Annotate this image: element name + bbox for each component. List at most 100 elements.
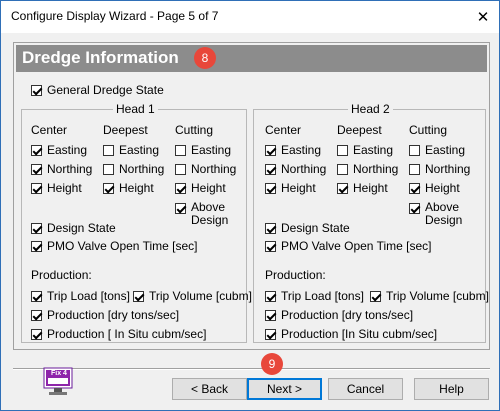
checkbox-box[interactable] bbox=[175, 203, 186, 214]
head-2-trip-load[interactable]: Trip Load [tons] bbox=[265, 289, 364, 303]
checkbox-box[interactable] bbox=[370, 290, 381, 302]
head-2-cutting-above-design[interactable]: Above Design bbox=[409, 201, 475, 227]
section-banner: Dredge Information bbox=[16, 45, 487, 72]
head-1-production-label: Production: bbox=[31, 268, 92, 282]
checkbox-box[interactable] bbox=[31, 144, 42, 156]
checkbox-box[interactable] bbox=[409, 144, 420, 156]
general-dredge-state-checkbox[interactable]: General Dredge State bbox=[31, 83, 164, 97]
head-1-design-state[interactable]: Design State bbox=[31, 221, 116, 235]
head-2-production-label: Production: bbox=[265, 268, 326, 282]
checkbox-box[interactable] bbox=[409, 203, 420, 214]
head-1-deepest-height[interactable]: Height bbox=[103, 181, 154, 195]
checkbox-box[interactable] bbox=[31, 222, 42, 234]
head-2-deepest-easting[interactable]: Easting bbox=[337, 143, 393, 157]
dredge-panel: Dredge Information 8 General Dredge Stat… bbox=[13, 42, 490, 350]
head-1-center-height[interactable]: Height bbox=[31, 181, 82, 195]
head-1-title: Head 1 bbox=[113, 102, 158, 116]
head-1-cutting-northing[interactable]: Northing bbox=[175, 162, 236, 176]
checkbox-label: Trip Load [tons] bbox=[47, 289, 130, 303]
checkbox-box[interactable] bbox=[409, 163, 420, 175]
checkbox-box[interactable] bbox=[337, 163, 348, 175]
checkbox-box[interactable] bbox=[409, 182, 420, 194]
head-1-cutting-above-design[interactable]: Above Design bbox=[175, 201, 241, 227]
fix-logo-label: Fix 4 bbox=[51, 370, 67, 377]
checkbox-label: Production [ In Situ cubm/sec] bbox=[47, 327, 207, 341]
back-button[interactable]: < Back bbox=[172, 378, 247, 400]
checkbox-box[interactable] bbox=[103, 163, 114, 175]
checkbox-label: Trip Volume [cubm] bbox=[386, 289, 489, 303]
head-2-pmo-valve[interactable]: PMO Valve Open Time [sec] bbox=[265, 239, 432, 253]
head-2-cutting-height[interactable]: Height bbox=[409, 181, 460, 195]
section-title: Dredge Information bbox=[22, 48, 179, 67]
next-step-badge: 9 bbox=[261, 353, 283, 375]
head-2-production-insitu[interactable]: Production [In Situ cubm/sec] bbox=[265, 327, 437, 341]
head-1-deepest-northing[interactable]: Northing bbox=[103, 162, 164, 176]
head-1-trip-load[interactable]: Trip Load [tons] bbox=[31, 289, 130, 303]
checkbox-box[interactable] bbox=[265, 309, 276, 321]
head-1-deepest-header: Deepest bbox=[103, 123, 148, 137]
fix-logo-icon: Fix 4 bbox=[43, 367, 73, 397]
checkbox-box[interactable] bbox=[103, 182, 114, 194]
title-bar[interactable]: Configure Display Wizard - Page 5 of 7 ✕ bbox=[1, 1, 499, 33]
head-2-deepest-northing[interactable]: Northing bbox=[337, 162, 398, 176]
head-1-pmo-valve[interactable]: PMO Valve Open Time [sec] bbox=[31, 239, 198, 253]
head-1-cutting-height[interactable]: Height bbox=[175, 181, 226, 195]
checkbox-box[interactable] bbox=[133, 290, 144, 302]
checkbox-box[interactable] bbox=[337, 182, 348, 194]
checkbox-box[interactable] bbox=[103, 144, 114, 156]
head-1-center-northing[interactable]: Northing bbox=[31, 162, 92, 176]
checkbox-box[interactable] bbox=[265, 144, 276, 156]
head-2-design-state[interactable]: Design State bbox=[265, 221, 350, 235]
checkbox-box[interactable] bbox=[31, 240, 42, 252]
next-button[interactable]: Next > bbox=[247, 378, 322, 400]
head-1-center-easting[interactable]: Easting bbox=[31, 143, 87, 157]
checkbox-label: Design State bbox=[47, 221, 116, 235]
checkbox-box[interactable] bbox=[31, 290, 42, 302]
head-1-trip-volume[interactable]: Trip Volume [cubm] bbox=[133, 289, 252, 303]
checkbox-box[interactable] bbox=[31, 328, 42, 340]
checkbox-label: Easting bbox=[191, 143, 232, 157]
checkbox-label: Northing bbox=[191, 162, 237, 176]
cancel-button[interactable]: Cancel bbox=[328, 378, 403, 400]
checkbox-label: Height bbox=[353, 181, 388, 195]
checkbox-box[interactable] bbox=[175, 163, 186, 175]
head-1-production-dry[interactable]: Production [dry tons/sec] bbox=[31, 308, 179, 322]
head-2-center-easting[interactable]: Easting bbox=[265, 143, 321, 157]
checkbox-label: Trip Volume [cubm] bbox=[149, 289, 252, 303]
head-2-deepest-height[interactable]: Height bbox=[337, 181, 388, 195]
head-2-cutting-easting[interactable]: Easting bbox=[409, 143, 465, 157]
checkbox-box[interactable] bbox=[265, 290, 276, 302]
checkbox-box[interactable] bbox=[265, 163, 276, 175]
head-1-cutting-easting[interactable]: Easting bbox=[175, 143, 231, 157]
head-1-deepest-easting[interactable]: Easting bbox=[103, 143, 159, 157]
checkbox-label: Height bbox=[425, 181, 460, 195]
checkbox-box[interactable] bbox=[175, 182, 186, 194]
head-1-production-insitu[interactable]: Production [ In Situ cubm/sec] bbox=[31, 327, 206, 341]
checkbox-box[interactable] bbox=[31, 309, 42, 321]
checkbox-label: Above Design bbox=[191, 200, 229, 227]
checkbox-box[interactable] bbox=[31, 182, 42, 194]
head-2-production-dry[interactable]: Production [dry tons/sec] bbox=[265, 308, 413, 322]
checkbox-label: Easting bbox=[119, 143, 160, 157]
close-icon[interactable]: ✕ bbox=[467, 1, 499, 32]
checkbox-box[interactable] bbox=[337, 144, 348, 156]
checkbox-box[interactable] bbox=[175, 144, 186, 156]
checkbox-box[interactable] bbox=[31, 84, 42, 96]
checkbox-box[interactable] bbox=[265, 182, 276, 194]
head-2-deepest-header: Deepest bbox=[337, 123, 382, 137]
checkbox-label: Production [In Situ cubm/sec] bbox=[281, 327, 438, 341]
checkbox-box[interactable] bbox=[265, 328, 276, 340]
help-button[interactable]: Help bbox=[414, 378, 489, 400]
checkbox-label: Northing bbox=[353, 162, 399, 176]
checkbox-label: Northing bbox=[425, 162, 471, 176]
head-2-cutting-northing[interactable]: Northing bbox=[409, 162, 470, 176]
window-title: Configure Display Wizard - Page 5 of 7 bbox=[11, 9, 219, 23]
head-2-center-height[interactable]: Height bbox=[265, 181, 316, 195]
checkbox-box[interactable] bbox=[265, 240, 276, 252]
step-badge: 8 bbox=[194, 47, 216, 69]
head-2-center-northing[interactable]: Northing bbox=[265, 162, 326, 176]
checkbox-label: Easting bbox=[353, 143, 394, 157]
head-2-trip-volume[interactable]: Trip Volume [cubm] bbox=[370, 289, 489, 303]
checkbox-box[interactable] bbox=[31, 163, 42, 175]
checkbox-box[interactable] bbox=[265, 222, 276, 234]
